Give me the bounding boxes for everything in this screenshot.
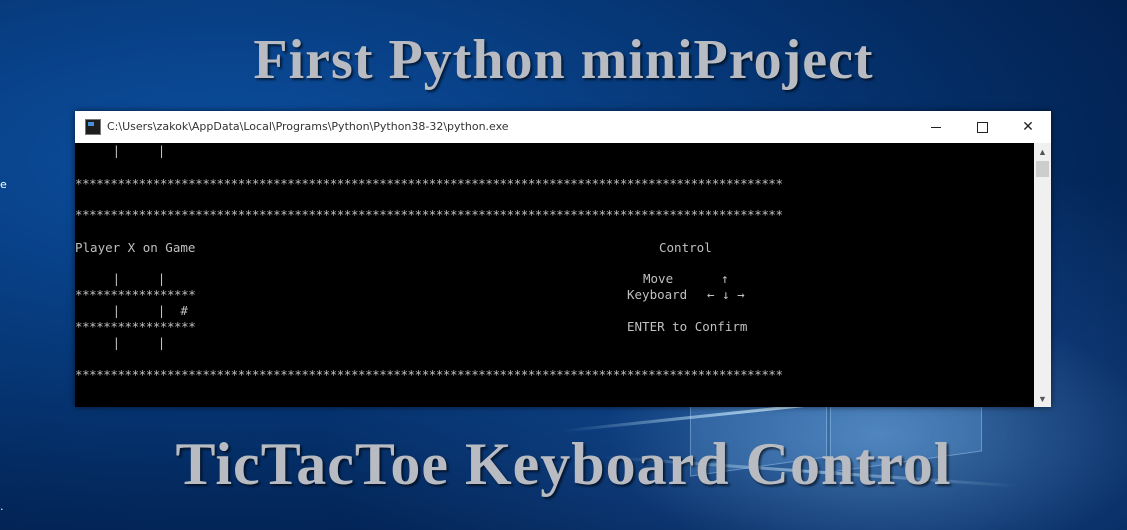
scroll-up-icon[interactable]: ▲ bbox=[1034, 143, 1051, 160]
separator-line: ****************************************… bbox=[75, 176, 783, 191]
minimize-icon bbox=[931, 126, 941, 128]
move-label: Move bbox=[643, 271, 674, 286]
board-divider-2: ***************** bbox=[75, 319, 196, 334]
board-row-1: | | bbox=[75, 271, 166, 286]
headline-bottom: TicTacToe Keyboard Control bbox=[175, 431, 952, 497]
python-app-icon bbox=[85, 119, 101, 135]
desktop-edge-text: e bbox=[0, 178, 7, 191]
maximize-icon bbox=[976, 121, 988, 133]
control-title: Control bbox=[659, 240, 712, 255]
keyboard-label: Keyboard bbox=[627, 287, 688, 302]
maximize-button[interactable] bbox=[959, 111, 1005, 143]
close-icon: ✕ bbox=[1022, 119, 1034, 135]
headline-top: First Python miniProject bbox=[253, 29, 874, 91]
scroll-thumb[interactable] bbox=[1036, 161, 1049, 177]
enter-hint: ENTER to Confirm bbox=[627, 319, 748, 334]
arrow-up-icon: ↑ bbox=[721, 271, 729, 286]
close-button[interactable]: ✕ bbox=[1005, 111, 1051, 143]
board-row-2: | | # bbox=[75, 303, 188, 318]
console-output[interactable]: | | ************************************… bbox=[75, 143, 1034, 407]
separator-line: ****************************************… bbox=[75, 207, 783, 222]
board-row-top: | | bbox=[75, 143, 166, 158]
separator-line: ****************************************… bbox=[75, 367, 783, 382]
board-row-3: | | bbox=[75, 335, 166, 350]
arrow-keys-icons: ← ↓ → bbox=[707, 287, 745, 302]
desktop-edge-text: . bbox=[0, 500, 4, 513]
minimize-button[interactable] bbox=[913, 111, 959, 143]
console-window[interactable]: C:\Users\zakok\AppData\Local\Programs\Py… bbox=[75, 111, 1051, 407]
player-status: Player X on Game bbox=[75, 240, 196, 255]
board-divider-1: ***************** bbox=[75, 287, 196, 302]
vertical-scrollbar[interactable]: ▲ ▼ bbox=[1034, 143, 1051, 407]
window-title: C:\Users\zakok\AppData\Local\Programs\Py… bbox=[107, 120, 509, 133]
scroll-down-icon[interactable]: ▼ bbox=[1034, 390, 1051, 407]
title-bar[interactable]: C:\Users\zakok\AppData\Local\Programs\Py… bbox=[75, 111, 1051, 143]
